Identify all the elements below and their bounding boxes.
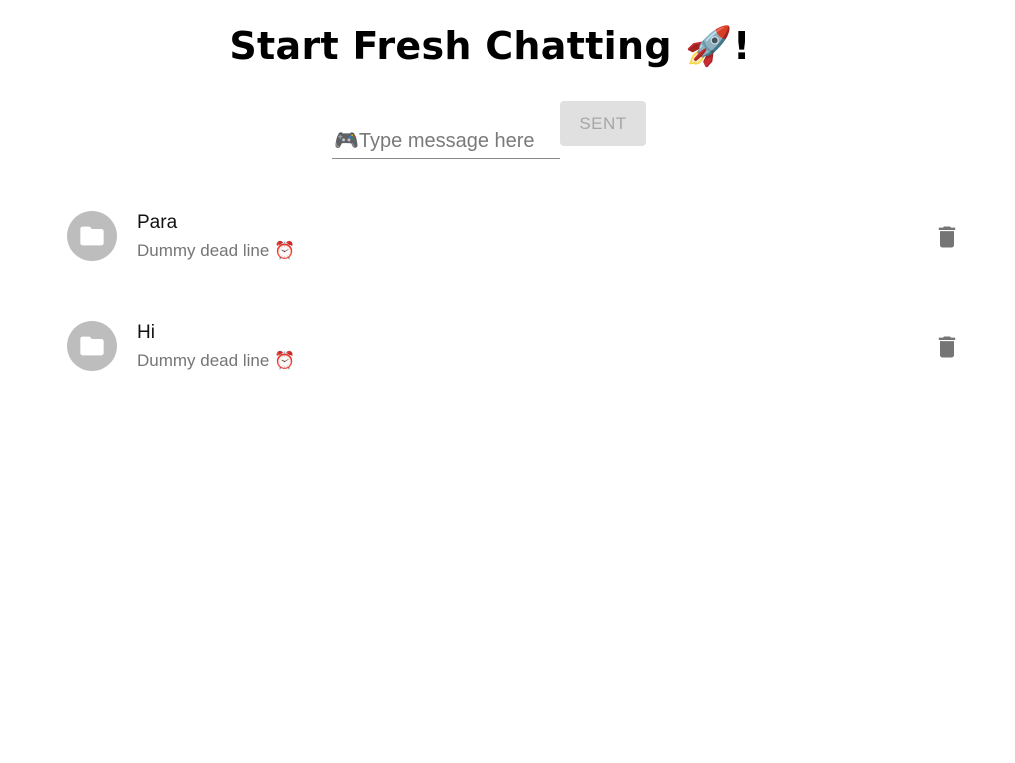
- page-title: Start Fresh Chatting 🚀!: [229, 24, 751, 68]
- chat-list: Para Dummy dead line ⏰ Hi Dummy dead lin…: [67, 195, 967, 415]
- delete-button[interactable]: [929, 219, 965, 255]
- avatar: [67, 321, 117, 371]
- folder-icon: [80, 336, 104, 356]
- list-item-text: Para Dummy dead line ⏰: [137, 211, 295, 264]
- list-item[interactable]: Hi Dummy dead line ⏰: [67, 305, 967, 415]
- list-item[interactable]: Para Dummy dead line ⏰: [67, 195, 967, 305]
- delete-button[interactable]: [929, 329, 965, 365]
- folder-icon: [80, 226, 104, 246]
- chat-subtitle: Dummy dead line ⏰: [137, 351, 296, 370]
- page: Start Fresh Chatting 🚀! SENT Para Dummy …: [0, 0, 1015, 763]
- chat-subtitle: Dummy dead line ⏰: [137, 241, 296, 260]
- message-composer: SENT: [332, 101, 652, 161]
- trash-icon: [938, 336, 956, 358]
- chat-title: Para: [137, 212, 178, 233]
- list-item-text: Hi Dummy dead line ⏰: [137, 321, 295, 374]
- avatar: [67, 211, 117, 261]
- message-input[interactable]: [332, 125, 560, 159]
- send-button[interactable]: SENT: [560, 101, 646, 146]
- chat-title: Hi: [137, 322, 155, 343]
- trash-icon: [938, 226, 956, 248]
